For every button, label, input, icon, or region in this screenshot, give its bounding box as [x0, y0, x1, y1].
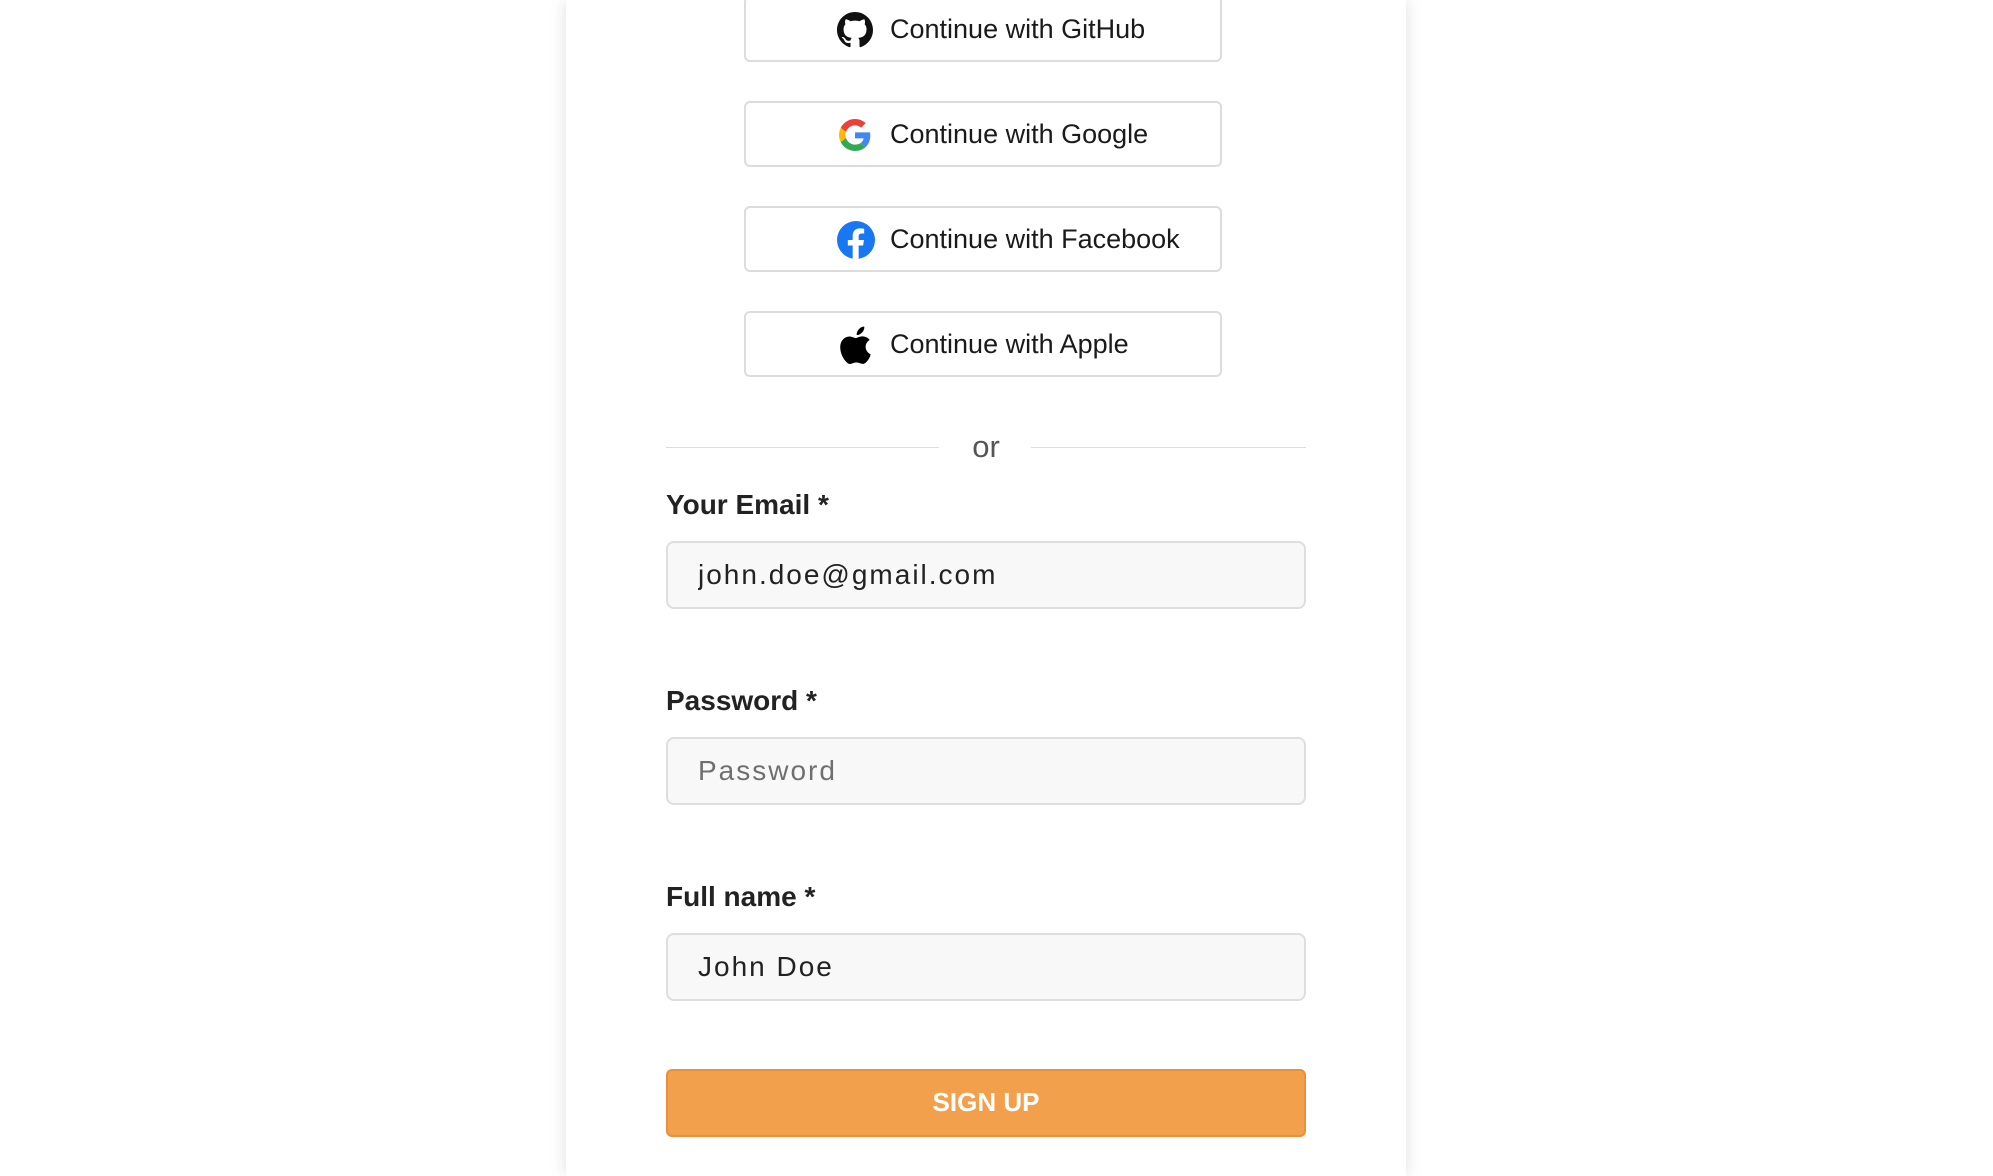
- full-name-field[interactable]: [666, 933, 1306, 1001]
- facebook-button-label: Continue with Facebook: [890, 224, 1180, 254]
- password-label: Password *: [666, 685, 817, 716]
- continue-with-github-button[interactable]: Continue with GitHub: [744, 0, 1222, 62]
- password-field[interactable]: [666, 737, 1306, 805]
- divider-or-text: or: [972, 429, 1000, 464]
- github-button-label: Continue with GitHub: [890, 14, 1146, 44]
- divider-line-right: [1031, 447, 1306, 448]
- facebook-icon: [837, 221, 875, 259]
- divider-line-left: [666, 447, 939, 448]
- github-icon: [837, 12, 873, 48]
- continue-with-facebook-button[interactable]: Continue with Facebook: [744, 206, 1222, 272]
- full-name-label: Full name *: [666, 881, 816, 912]
- google-icon: [839, 119, 871, 151]
- continue-with-google-button[interactable]: Continue with Google: [744, 101, 1222, 167]
- email-label: Your Email *: [666, 489, 829, 520]
- google-button-label: Continue with Google: [890, 119, 1149, 149]
- apple-icon: [839, 326, 873, 364]
- continue-with-apple-button[interactable]: Continue with Apple: [744, 311, 1222, 377]
- email-field[interactable]: [666, 541, 1306, 609]
- sign-up-button[interactable]: SIGN UP: [666, 1069, 1306, 1137]
- apple-button-label: Continue with Apple: [890, 329, 1129, 359]
- signup-card: Continue with GitHub Continue with Googl…: [566, 0, 1406, 1176]
